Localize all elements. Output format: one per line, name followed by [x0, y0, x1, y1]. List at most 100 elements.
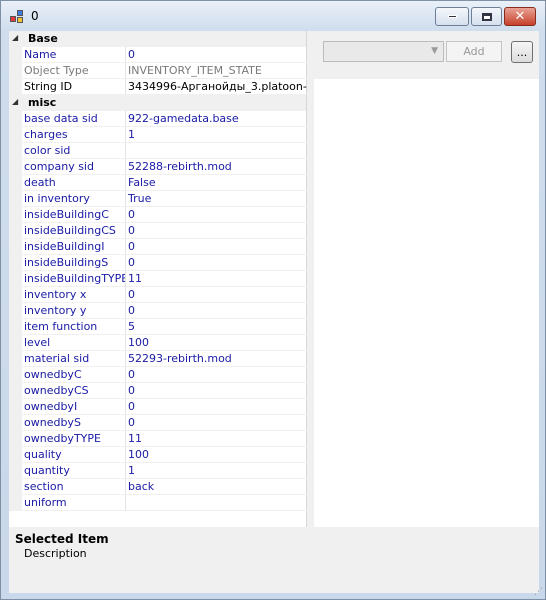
property-name: death [22, 175, 126, 191]
property-row[interactable]: company sid 52288-rebirth.mod [9, 159, 307, 175]
property-value[interactable]: 11 [126, 271, 307, 287]
property-name: insideBuildingTYPE [22, 271, 126, 287]
property-row[interactable]: section back [9, 479, 307, 495]
item-type-combo[interactable]: ▼ [323, 41, 444, 62]
property-row[interactable]: charges 1 [9, 127, 307, 143]
property-value[interactable]: 0 [126, 399, 307, 415]
property-value[interactable]: back [126, 479, 307, 495]
grid-category[interactable]: ◢ misc [9, 95, 306, 111]
property-name: insideBuildingI [22, 239, 126, 255]
property-row[interactable]: in inventory True [9, 191, 307, 207]
collapse-icon[interactable]: ◢ [12, 33, 18, 42]
property-value[interactable]: INVENTORY_ITEM_STATE [126, 63, 307, 79]
property-row[interactable]: inventory x0 [9, 287, 307, 303]
property-value[interactable]: 52288-rebirth.mod [126, 159, 307, 175]
property-row[interactable]: insideBuildingS 0 [9, 255, 307, 271]
add-button[interactable]: Add [446, 41, 502, 62]
add-toolbar: ▼ Add ... [314, 31, 539, 79]
property-row[interactable]: quantity 1 [9, 463, 307, 479]
property-value[interactable]: 100 [126, 335, 307, 351]
property-value[interactable]: 3434996-Арганойды_3.platoon-INGA [126, 79, 307, 95]
minimize-button[interactable] [435, 7, 469, 26]
property-value[interactable]: 0 [126, 367, 307, 383]
property-row[interactable]: String ID3434996-Арганойды_3.platoon-ING… [9, 79, 307, 95]
description-title: Selected Item [15, 532, 109, 546]
property-name: base data sid [22, 111, 126, 127]
collapse-icon[interactable]: ◢ [12, 97, 18, 106]
property-value[interactable]: True [126, 191, 307, 207]
minimize-icon [447, 15, 457, 18]
client-area: ◢ Base Name 0 Object Type INVENTORY_ITEM_STAT… [9, 31, 539, 593]
property-value[interactable]: False [126, 175, 307, 191]
property-value[interactable]: 1 [126, 127, 307, 143]
more-button[interactable]: ... [511, 41, 533, 63]
property-value[interactable]: 922-gamedata.base [126, 111, 307, 127]
close-icon: ✕ [514, 9, 526, 24]
property-name: uniform [22, 495, 126, 511]
property-value[interactable] [126, 495, 307, 511]
grid-category[interactable]: ◢ Base [9, 31, 306, 47]
property-row[interactable]: item function 5 [9, 319, 307, 335]
property-name: Object Type [22, 63, 126, 79]
property-name: quality [22, 447, 126, 463]
property-name: insideBuildingC [22, 207, 126, 223]
property-value[interactable]: 0 [126, 239, 307, 255]
property-value[interactable]: 0 [126, 287, 307, 303]
property-value[interactable]: 0 [126, 255, 307, 271]
property-row[interactable]: insideBuildingI 0 [9, 239, 307, 255]
property-grid[interactable]: ◢ Base Name 0 Object Type INVENTORY_ITEM_STAT… [9, 31, 307, 527]
property-value[interactable]: 0 [126, 47, 307, 63]
property-value[interactable]: 0 [126, 383, 307, 399]
property-row[interactable]: death False [9, 175, 307, 191]
property-row[interactable]: ownedbyS 0 [9, 415, 307, 431]
description-pane: Selected Item Description [9, 527, 539, 593]
property-name: level [22, 335, 126, 351]
property-name: Name [22, 47, 126, 63]
property-row[interactable]: insideBuildingC 0 [9, 207, 307, 223]
close-button[interactable]: ✕ [504, 7, 536, 26]
property-value[interactable]: 11 [126, 431, 307, 447]
property-row[interactable]: base data sid 922-gamedata.base [9, 111, 307, 127]
property-row[interactable]: uniform [9, 495, 307, 511]
property-value[interactable]: 0 [126, 207, 307, 223]
property-row[interactable]: insideBuildingCS 0 [9, 223, 307, 239]
property-name: ownedbyC [22, 367, 126, 383]
property-name: material sid [22, 351, 126, 367]
property-name: ownedbyI [22, 399, 126, 415]
property-name: quantity [22, 463, 126, 479]
property-value[interactable] [126, 143, 307, 159]
property-row[interactable]: color sid [9, 143, 307, 159]
property-value[interactable]: 0 [126, 415, 307, 431]
maximize-button[interactable] [471, 7, 502, 26]
property-value[interactable]: 0 [126, 223, 307, 239]
property-name: item function [22, 319, 126, 335]
property-value[interactable]: 1 [126, 463, 307, 479]
property-value[interactable]: 52293-rebirth.mod [126, 351, 307, 367]
property-name: in inventory [22, 191, 126, 207]
property-row[interactable]: material sid 52293-rebirth.mod [9, 351, 307, 367]
property-row[interactable]: insideBuildingTYPE 11 [9, 271, 307, 287]
resize-grip-icon[interactable]: ⋰ [534, 587, 543, 597]
property-name: section [22, 479, 126, 495]
property-row[interactable]: ownedbyI 0 [9, 399, 307, 415]
property-row[interactable]: level 100 [9, 335, 307, 351]
property-row[interactable]: quality 100 [9, 447, 307, 463]
property-name: ownedbyTYPE [22, 431, 126, 447]
category-label: Base [28, 32, 58, 45]
property-value[interactable]: 0 [126, 303, 307, 319]
window-title: 0 [31, 9, 39, 23]
maximize-icon [481, 12, 492, 21]
property-row[interactable]: Name 0 [9, 47, 307, 63]
property-name: ownedbyCS [22, 383, 126, 399]
property-value[interactable]: 5 [126, 319, 307, 335]
item-list-panel[interactable] [314, 31, 539, 527]
property-row[interactable]: Object Type INVENTORY_ITEM_STATE [9, 63, 307, 79]
property-row[interactable]: ownedbyCS 0 [9, 383, 307, 399]
property-name: company sid [22, 159, 126, 175]
property-name: inventory x [22, 287, 126, 303]
property-name: insideBuildingCS [22, 223, 126, 239]
property-row[interactable]: ownedbyC 0 [9, 367, 307, 383]
property-row[interactable]: inventory y0 [9, 303, 307, 319]
property-row[interactable]: ownedbyTYPE 11 [9, 431, 307, 447]
property-value[interactable]: 100 [126, 447, 307, 463]
